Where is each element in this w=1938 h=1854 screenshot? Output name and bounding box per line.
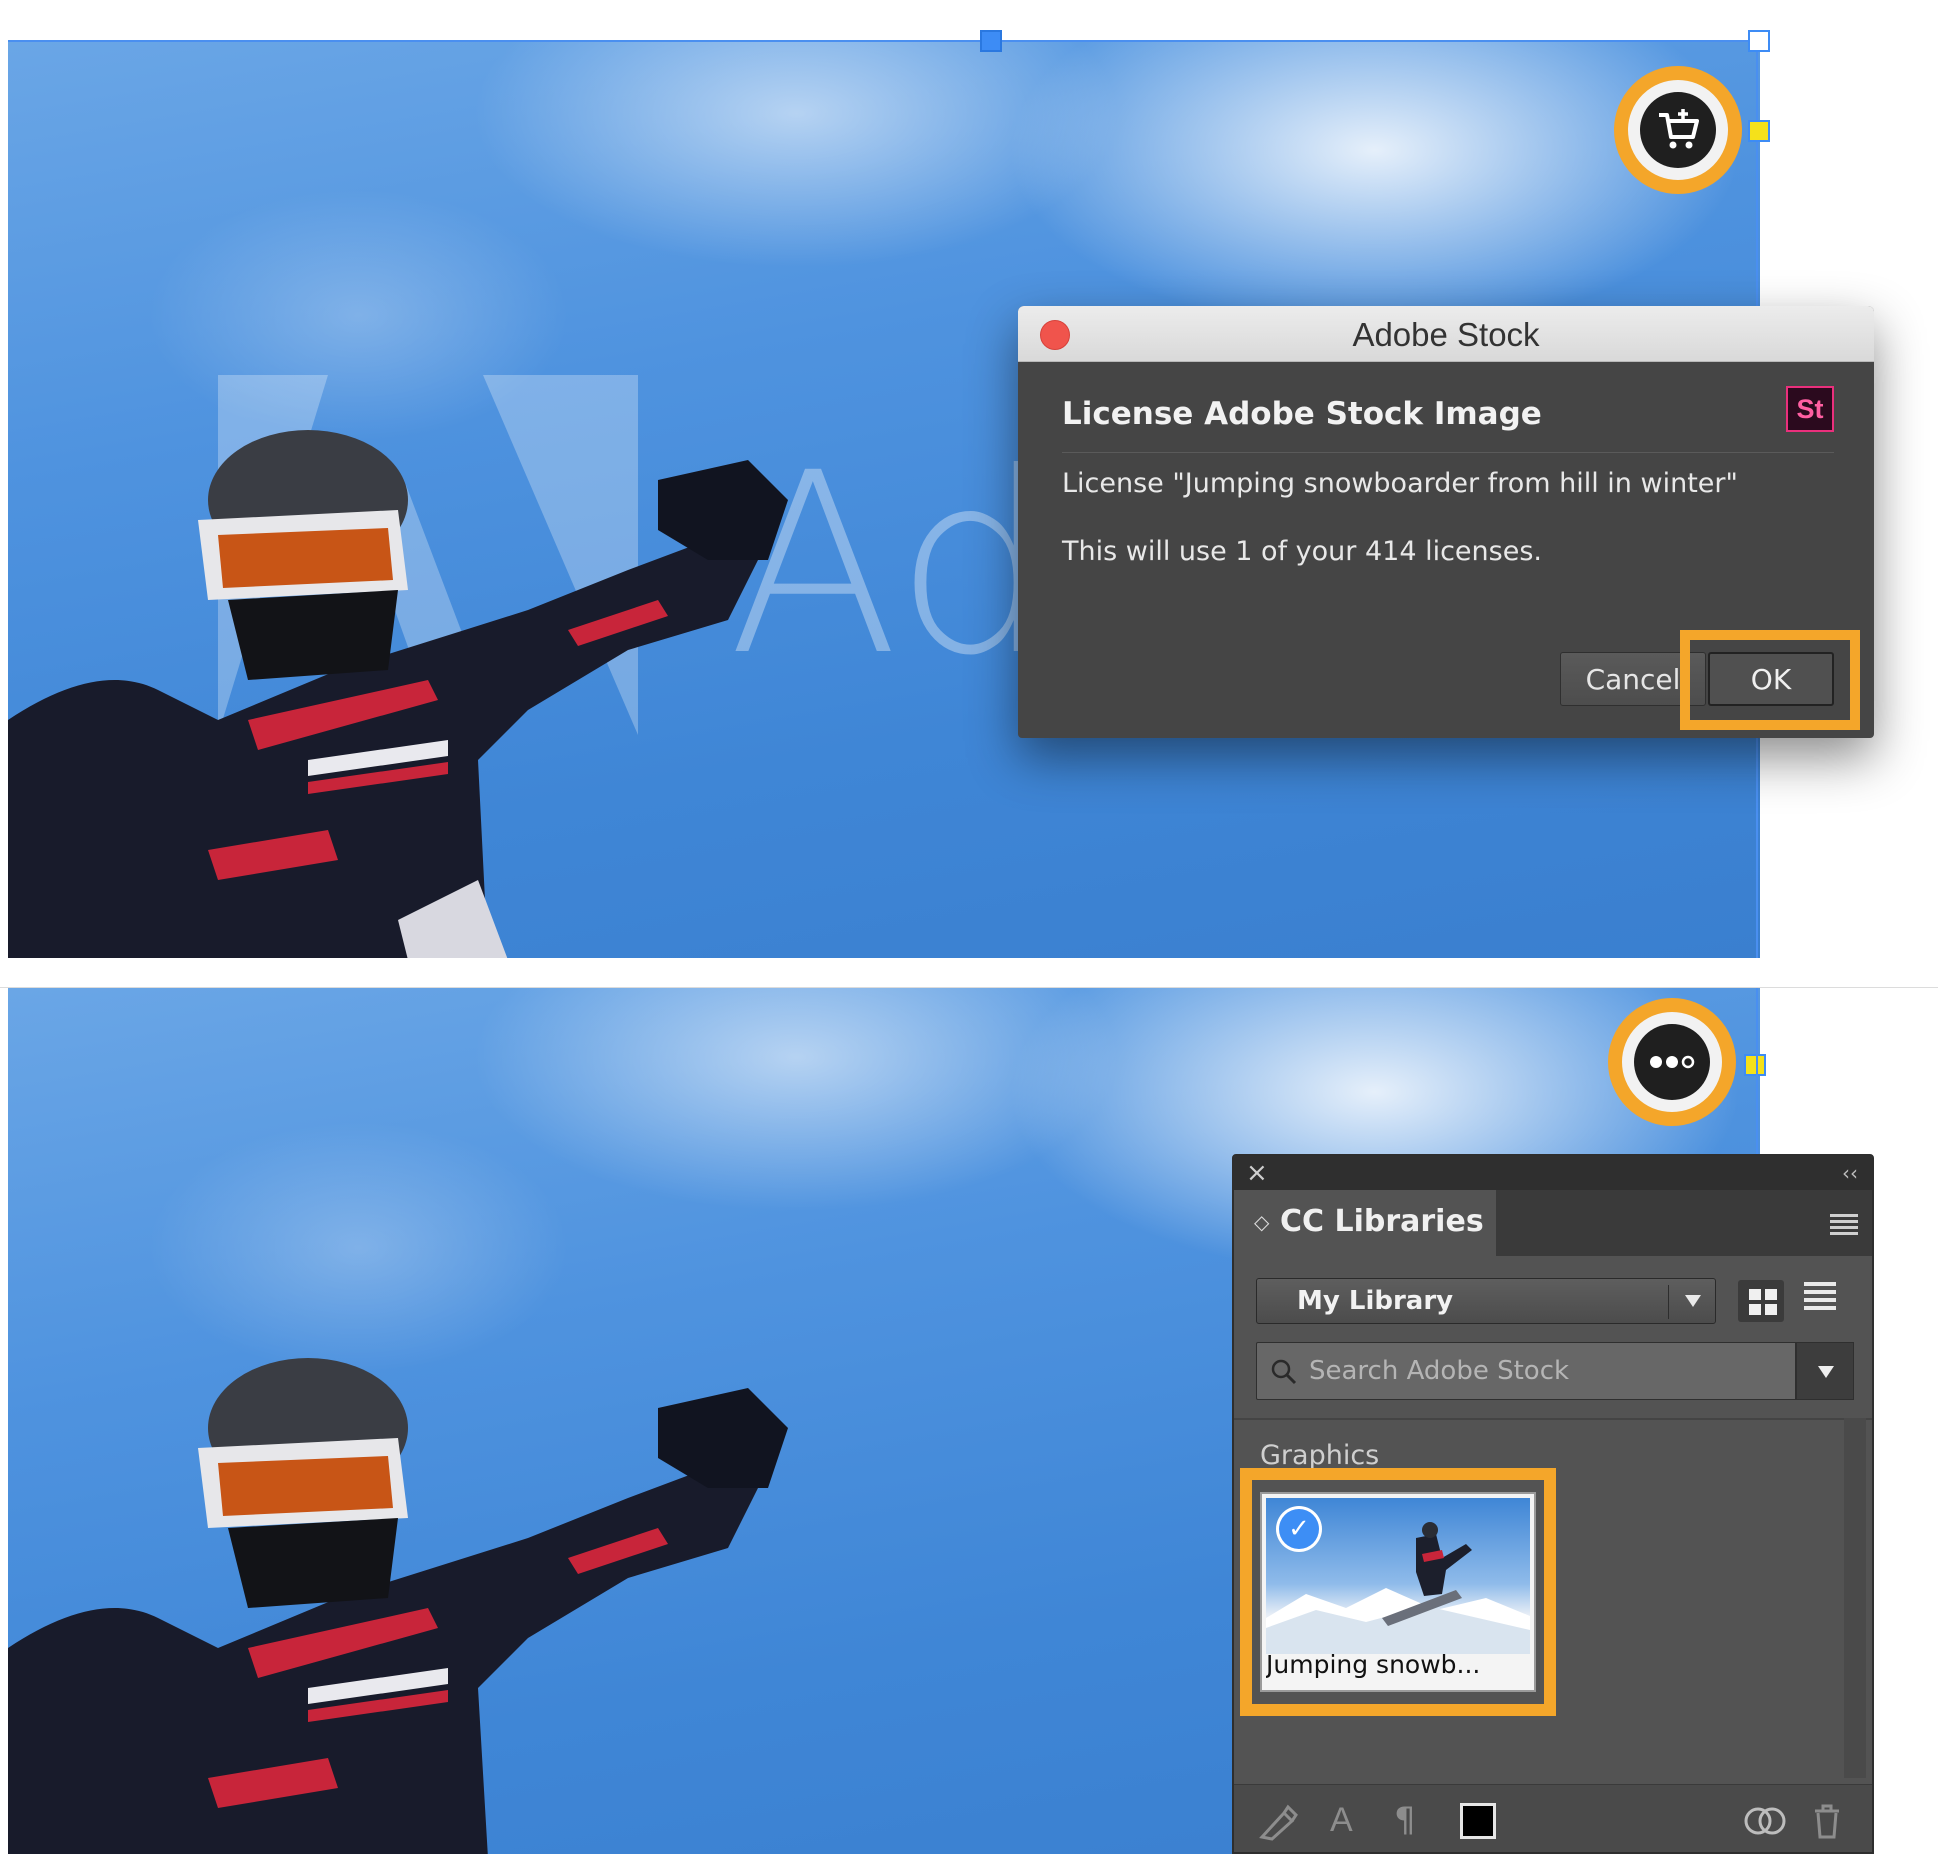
license-usage-text: This will use 1 of your 414 licenses.	[1062, 536, 1542, 567]
panel-menu-icon[interactable]	[1830, 1214, 1858, 1235]
graphics-section-label: Graphics	[1260, 1440, 1380, 1471]
library-select-value: My Library	[1297, 1286, 1454, 1316]
search-placeholder: Search Adobe Stock	[1309, 1356, 1570, 1386]
panel-close-icon[interactable]: ×	[1246, 1156, 1268, 1190]
color-swatch-icon[interactable]	[1460, 1803, 1496, 1839]
tab-cc-libraries[interactable]: ◇ CC Libraries	[1234, 1190, 1496, 1258]
list-view-icon[interactable]	[1804, 1282, 1836, 1318]
license-image-text: License "Jumping snowboarder from hill i…	[1062, 468, 1738, 499]
trash-icon[interactable]	[1812, 1803, 1842, 1839]
panel-topbar: × ‹‹	[1234, 1156, 1872, 1190]
frame-edge-right	[1756, 988, 1758, 1154]
chevron-down-icon	[1685, 1295, 1701, 1307]
library-select[interactable]: My Library	[1256, 1278, 1716, 1324]
snowboarder-photo-subject-bottom	[8, 1358, 788, 1854]
paragraph-style-icon[interactable]: ¶	[1394, 1803, 1416, 1837]
frame-handle-right-yellow-bottom[interactable]	[1744, 1054, 1766, 1076]
panel-scrollbar[interactable]	[1844, 1418, 1866, 1778]
search-source-dropdown[interactable]	[1796, 1342, 1854, 1400]
tab-sort-icon: ◇	[1254, 1210, 1270, 1234]
frame-handle-right-yellow[interactable]	[1748, 120, 1770, 142]
panel-tab-row: ◇ CC Libraries	[1234, 1190, 1872, 1258]
panel-footer: A ¶	[1234, 1784, 1872, 1852]
more-options-badge[interactable]	[1608, 998, 1736, 1126]
asset-caption: Jumping snowb...	[1266, 1650, 1481, 1679]
license-dialog: Adobe Stock License Adobe Stock Image St…	[1018, 306, 1874, 738]
ok-button[interactable]: OK	[1708, 652, 1834, 706]
adobe-stock-logo-icon: St	[1786, 386, 1834, 432]
tab-label: CC Libraries	[1280, 1204, 1484, 1239]
search-adobe-stock-input[interactable]: Search Adobe Stock	[1256, 1342, 1796, 1400]
more-options-icon	[1650, 1055, 1695, 1069]
dialog-titlebar: Adobe Stock	[1018, 306, 1874, 362]
frame-handle-top-center[interactable]	[980, 30, 1002, 52]
panel-collapse-icon[interactable]: ‹‹	[1842, 1156, 1858, 1190]
character-style-icon[interactable]: A	[1330, 1803, 1353, 1837]
brush-icon[interactable]	[1258, 1803, 1302, 1843]
library-asset-item[interactable]: ✓ Jumping snowb...	[1260, 1492, 1536, 1692]
dialog-divider	[1062, 452, 1834, 453]
select-divider	[1668, 1285, 1669, 1319]
grid-view-icon[interactable]	[1738, 1280, 1784, 1322]
asset-selected-check[interactable]: ✓	[1276, 1506, 1322, 1552]
frame-handle-top-right[interactable]	[1748, 30, 1770, 52]
checkmark-icon: ✓	[1279, 1509, 1319, 1549]
chevron-down-icon	[1818, 1366, 1834, 1378]
creative-cloud-icon[interactable]	[1742, 1803, 1788, 1839]
search-icon	[1271, 1359, 1297, 1385]
dialog-heading: License Adobe Stock Image	[1062, 396, 1542, 432]
section-divider	[1234, 1418, 1872, 1420]
scene-divider	[0, 958, 1938, 988]
dialog-window-title: Adobe Stock	[1352, 316, 1540, 353]
cc-libraries-panel: × ‹‹ ◇ CC Libraries My Library Search Ad…	[1232, 1154, 1874, 1854]
